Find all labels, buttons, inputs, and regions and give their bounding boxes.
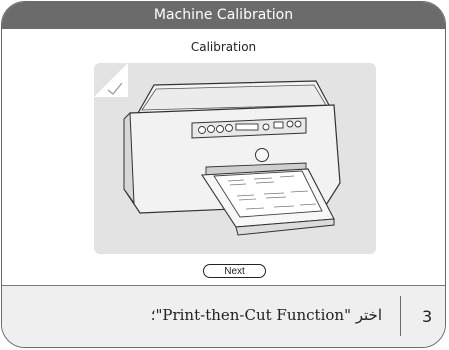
instruction-text: اختر "Print-then-Cut Function"؛ [150,306,382,324]
step-number: 3 [422,307,433,326]
screen-subtitle: Calibration [190,40,257,54]
corner-check-icon [94,63,128,97]
calibration-dialog: Machine Calibration Calibration Next اخت… [1,1,446,348]
instruction-footer: اختر "Print-then-Cut Function"؛ 3 [2,286,445,347]
printer-icon [123,80,341,236]
step-separator [400,296,401,336]
printer-illustration [94,63,376,254]
next-button[interactable]: Next [203,264,266,278]
window-title: Machine Calibration [2,2,445,29]
